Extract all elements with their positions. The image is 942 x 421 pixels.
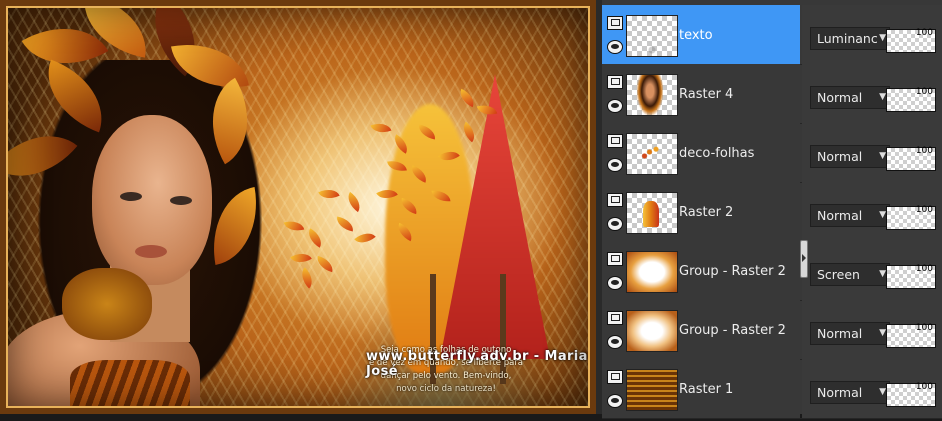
opacity-value: 100 bbox=[915, 28, 933, 38]
opacity-value: 100 bbox=[915, 382, 933, 392]
opacity-field[interactable]: 100 bbox=[886, 205, 936, 230]
opacity-field[interactable]: 100 bbox=[886, 146, 936, 171]
layer-row[interactable]: texto Luminance (L) ▼ 100 bbox=[602, 5, 942, 65]
blend-mode-value: Normal bbox=[817, 326, 863, 341]
layers-panel: texto Luminance (L) ▼ 100 Raster 4 Norma… bbox=[602, 0, 942, 419]
layer-name: Group - Raster 2 bbox=[679, 264, 786, 279]
layer-controls: Normal ▼ 100 bbox=[802, 182, 942, 241]
blend-mode-value: Screen bbox=[817, 267, 860, 282]
layer-row[interactable]: Group - Raster 2 Normal ▼ 100 bbox=[602, 300, 942, 360]
layer-controls: Luminance (L) ▼ 100 bbox=[802, 5, 942, 64]
layer-row[interactable]: Raster 1 Normal ▼ 100 bbox=[602, 359, 942, 419]
layer-thumbnail bbox=[626, 310, 678, 352]
blend-mode-select[interactable]: Normal ▼ bbox=[810, 381, 890, 404]
layer-name-cell[interactable]: texto bbox=[602, 5, 800, 64]
layer-name: texto bbox=[679, 28, 713, 43]
layer-name: deco-folhas bbox=[679, 146, 755, 161]
layer-name: Group - Raster 2 bbox=[679, 323, 786, 338]
layer-thumbnail bbox=[626, 133, 678, 175]
blend-mode-value: Normal bbox=[817, 90, 863, 105]
layer-row[interactable]: deco-folhas Normal ▼ 100 bbox=[602, 123, 942, 183]
opacity-value: 100 bbox=[915, 146, 933, 156]
layer-controls: Screen ▼ 100 bbox=[802, 241, 942, 300]
layer-thumbnail bbox=[626, 15, 678, 57]
layer-name-cell[interactable]: Raster 2 bbox=[602, 182, 800, 241]
opacity-value: 100 bbox=[915, 264, 933, 274]
opacity-value: 100 bbox=[915, 205, 933, 215]
opacity-value: 100 bbox=[915, 323, 933, 333]
layer-thumbnail bbox=[626, 192, 678, 234]
chevron-down-icon: ▼ bbox=[877, 205, 886, 226]
layer-name-cell[interactable]: Raster 1 bbox=[602, 359, 800, 418]
blend-mode-select[interactable]: Normal ▼ bbox=[810, 322, 890, 345]
layer-thumbnail bbox=[626, 74, 678, 116]
layer-controls: Normal ▼ 100 bbox=[802, 359, 942, 418]
layer-thumbnail bbox=[626, 369, 678, 411]
chevron-down-icon: ▼ bbox=[877, 146, 886, 167]
layer-name-cell[interactable]: Group - Raster 2 bbox=[602, 300, 800, 359]
layer-name-cell[interactable]: Raster 4 bbox=[602, 64, 800, 123]
layer-name: Raster 1 bbox=[679, 382, 734, 397]
layer-controls: Normal ▼ 100 bbox=[802, 300, 942, 359]
opacity-field[interactable]: 100 bbox=[886, 28, 936, 53]
link-icon[interactable] bbox=[607, 252, 623, 266]
layer-row[interactable]: Group - Raster 2 Screen ▼ 100 bbox=[602, 241, 942, 301]
eye-icon[interactable] bbox=[607, 394, 623, 408]
link-icon[interactable] bbox=[607, 16, 623, 30]
eye-icon[interactable] bbox=[607, 335, 623, 349]
blend-mode-value: Normal bbox=[817, 385, 863, 400]
eye-icon[interactable] bbox=[607, 276, 623, 290]
chevron-down-icon: ▼ bbox=[877, 382, 886, 403]
link-icon[interactable] bbox=[607, 75, 623, 89]
link-icon[interactable] bbox=[607, 370, 623, 384]
layer-name: Raster 4 bbox=[679, 87, 734, 102]
blend-mode-value: Normal bbox=[817, 149, 863, 164]
layer-thumbnail bbox=[626, 251, 678, 293]
eye-icon[interactable] bbox=[607, 40, 623, 54]
layer-row[interactable]: Raster 2 Normal ▼ 100 bbox=[602, 182, 942, 242]
opacity-field[interactable]: 100 bbox=[886, 323, 936, 348]
opacity-field[interactable]: 100 bbox=[886, 87, 936, 112]
layer-controls: Normal ▼ 100 bbox=[802, 123, 942, 182]
image-canvas[interactable]: Seja como as folhas de outono e de vez e… bbox=[0, 0, 596, 414]
chevron-down-icon: ▼ bbox=[877, 323, 886, 344]
link-icon[interactable] bbox=[607, 193, 623, 207]
chevron-down-icon: ▼ bbox=[877, 264, 886, 285]
canvas-frame bbox=[0, 0, 596, 414]
layer-name-cell[interactable]: Group - Raster 2 bbox=[602, 241, 800, 300]
opacity-field[interactable]: 100 bbox=[886, 264, 936, 289]
blend-mode-select[interactable]: Luminance (L) ▼ bbox=[810, 27, 890, 50]
eye-icon[interactable] bbox=[607, 217, 623, 231]
blend-mode-select[interactable]: Normal ▼ bbox=[810, 204, 890, 227]
eye-icon[interactable] bbox=[607, 158, 623, 172]
blend-mode-select[interactable]: Normal ▼ bbox=[810, 86, 890, 109]
blend-mode-value: Normal bbox=[817, 208, 863, 223]
eye-icon[interactable] bbox=[607, 99, 623, 113]
opacity-value: 100 bbox=[915, 87, 933, 97]
blend-mode-select[interactable]: Normal ▼ bbox=[810, 145, 890, 168]
link-icon[interactable] bbox=[607, 311, 623, 325]
layer-name-cell[interactable]: deco-folhas bbox=[602, 123, 800, 182]
layer-controls: Normal ▼ 100 bbox=[802, 64, 942, 123]
layer-row[interactable]: Raster 4 Normal ▼ 100 bbox=[602, 64, 942, 124]
panel-splitter-handle[interactable] bbox=[800, 240, 808, 278]
chevron-down-icon: ▼ bbox=[877, 28, 886, 49]
layer-name: Raster 2 bbox=[679, 205, 734, 220]
opacity-field[interactable]: 100 bbox=[886, 382, 936, 407]
link-icon[interactable] bbox=[607, 134, 623, 148]
chevron-down-icon: ▼ bbox=[877, 87, 886, 108]
blend-mode-select[interactable]: Screen ▼ bbox=[810, 263, 890, 286]
